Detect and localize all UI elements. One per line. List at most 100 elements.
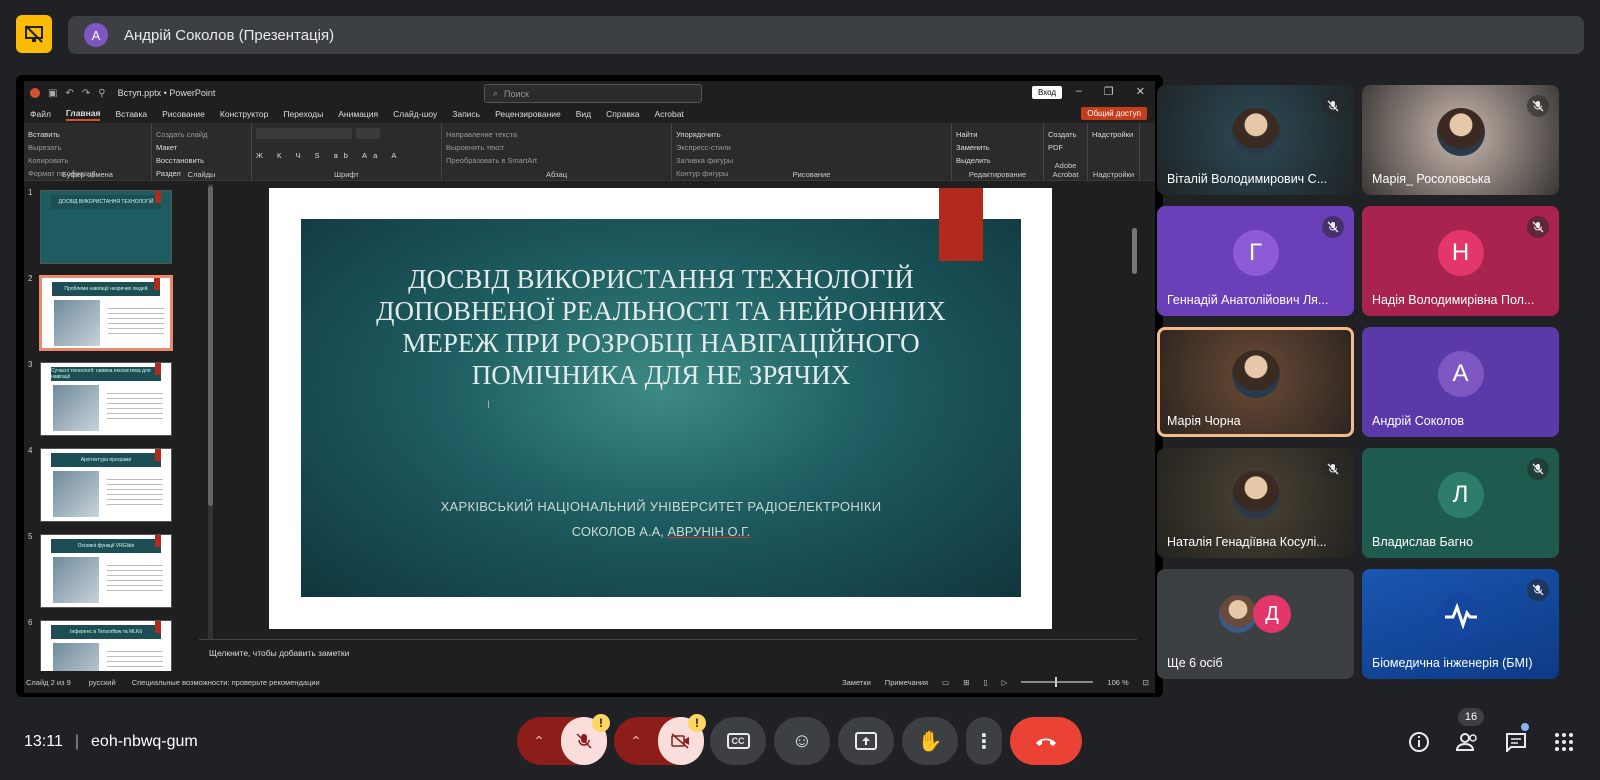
redo-icon[interactable]: ↷ [82, 88, 90, 99]
pp-tab[interactable]: Рисование [162, 109, 205, 119]
ribbon-group: Надстройки Надстройки [1088, 123, 1140, 181]
ribbon: Вставить Вырезать Копировать Формат по обра… [24, 123, 1155, 191]
info-icon[interactable] [1405, 728, 1433, 756]
pp-tab[interactable]: Справка [606, 109, 639, 119]
ribbon-button[interactable]: Выровнять текст [446, 141, 667, 154]
pp-tabs: Файл Главная Вставка Рисование Конструктор Пе… [24, 105, 1155, 123]
ribbon-button[interactable]: Найти [956, 128, 1039, 141]
ribbon-items: Надстройки [1092, 128, 1135, 141]
ribbon-button[interactable]: Упорядочить [676, 128, 947, 141]
status-accessibility[interactable]: Специальные возможности: проверьте реком… [132, 678, 320, 687]
slide-thumbnail[interactable]: Проблеми навігації незрячих людей [39, 275, 173, 351]
participant-tile[interactable]: Марія Чорна [1157, 327, 1354, 437]
pp-tab[interactable]: Анимация [338, 109, 378, 119]
undo-icon[interactable]: ↶ [65, 88, 73, 99]
pp-tab[interactable]: Acrobat [655, 109, 684, 119]
minimize-icon[interactable]: – [1076, 85, 1082, 98]
share-button[interactable]: Общий доступ [1081, 107, 1147, 120]
pp-tab[interactable]: Главная [65, 108, 101, 121]
slide-scrollbar[interactable] [1128, 184, 1142, 636]
more-options-button[interactable]: ⋮ [966, 717, 1002, 765]
ribbon-button[interactable]: Создать PDF [1048, 128, 1083, 154]
save-icon[interactable]: ▣ [48, 88, 57, 99]
reading-view-icon[interactable]: ▯ [984, 678, 988, 687]
participant-tile[interactable]: Г Геннадій Анатолійович Ля... [1157, 206, 1354, 316]
chat-icon[interactable] [1502, 728, 1530, 756]
normal-view-icon[interactable]: ▭ [942, 678, 949, 687]
close-icon[interactable]: ✕ [1136, 85, 1145, 98]
ribbon-button[interactable]: Макет [156, 141, 247, 154]
activities-grid-icon[interactable] [1550, 728, 1578, 756]
pp-tab[interactable]: Рецензирование [495, 109, 561, 119]
participant-tile[interactable]: Наталія Генадіївна Косулі... [1157, 448, 1354, 558]
pin-icon[interactable]: ⚲ [98, 88, 105, 99]
present-button[interactable] [838, 717, 894, 765]
participant-tile[interactable]: А Андрій Соколов [1362, 327, 1559, 437]
participant-tile[interactable]: Марія_ Росоловська [1362, 85, 1559, 195]
camera-options-chevron-icon[interactable]: ⌃ [614, 733, 658, 750]
zoom-slider[interactable] [1021, 677, 1094, 687]
sorter-view-icon[interactable]: ⊞ [963, 678, 969, 687]
slide-thumbnail[interactable]: Архітектура програми [40, 448, 172, 522]
font-size-box[interactable] [356, 128, 380, 139]
participant-tile[interactable]: Л Владислав Багно [1362, 448, 1559, 558]
ribbon-button[interactable]: Вырезать [28, 141, 147, 154]
presentation-icon[interactable] [16, 15, 52, 53]
comments-toggle[interactable]: Примечания [885, 678, 928, 687]
ribbon-button[interactable]: Создать слайд [156, 128, 247, 141]
slideshow-icon[interactable]: ▷ [1002, 678, 1008, 687]
pp-tab[interactable]: Файл [30, 109, 51, 119]
ribbon-button[interactable]: Направление текста [446, 128, 667, 141]
mic-options-chevron-icon[interactable]: ⌃ [517, 733, 561, 750]
thumb-number: 1 [28, 188, 33, 197]
ribbon-button[interactable]: Выделить [956, 154, 1039, 167]
avatar-photo [1219, 595, 1257, 633]
font-name-box[interactable] [256, 128, 352, 139]
pp-tab[interactable]: Переходы [283, 109, 323, 119]
slide-thumbnail[interactable]: ДОСВІД ВИКОРИСТАННЯ ТЕХНОЛОГІЙ [40, 190, 172, 264]
pp-tab[interactable]: Слайд-шоу [393, 109, 437, 119]
zoom-level[interactable]: 106 % [1107, 678, 1128, 687]
participant-tile[interactable]: Д Ще 6 осіб [1157, 569, 1354, 679]
pp-tab[interactable]: Вид [576, 109, 591, 119]
ribbon-group-label: Редактирование [968, 170, 1027, 179]
notes-pane[interactable]: Щелкните, чтобы добавить заметки [199, 639, 1137, 667]
status-language[interactable]: русский [89, 678, 116, 687]
ribbon-button[interactable]: Преобразовать в SmartArt [446, 154, 667, 167]
ribbon-group: Упорядочить Экспресс-стили Заливка фигуры К… [672, 123, 952, 191]
participant-photo [1231, 350, 1280, 398]
participant-tile[interactable]: Н Надія Володимирівна Пол... [1362, 206, 1559, 316]
pp-search-input[interactable]: ⌕ Поиск [484, 84, 702, 103]
present-screen-icon [855, 732, 877, 750]
ribbon-button[interactable]: Надстройки [1092, 128, 1135, 141]
slide-thumbnails: 1 ДОСВІД ВИКОРИСТАННЯ ТЕХНОЛОГІЙ 2 Проблеми… [24, 184, 199, 693]
ribbon-button[interactable]: Вставить [28, 128, 147, 141]
ribbon-button[interactable]: Экспресс-стили [676, 141, 947, 154]
participant-tile[interactable]: Біомедична інженерія (БМІ) [1362, 569, 1559, 679]
current-slide[interactable]: ДОСВІД ВИКОРИСТАННЯ ТЕХНОЛОГІЙ ДОПОВНЕНО… [269, 188, 1052, 629]
pp-tab[interactable]: Вставка [115, 109, 147, 119]
captions-button[interactable]: CC [710, 717, 766, 765]
leave-call-button[interactable] [1010, 717, 1082, 765]
thumb-title: Сучасні технології: наявна екосистема дл… [51, 367, 161, 381]
reactions-button[interactable]: ☺ [774, 717, 830, 765]
maximize-icon[interactable]: ❐ [1104, 85, 1114, 98]
notes-toggle[interactable]: Заметки [842, 678, 871, 687]
people-icon[interactable] [1454, 728, 1482, 756]
ribbon-button[interactable]: Заменить [956, 141, 1039, 154]
slide-thumbnail[interactable]: Сучасні технології: наявна екосистема дл… [40, 362, 172, 436]
participant-name: Владислав Багно [1372, 535, 1474, 549]
ribbon-button[interactable]: Заливка фигуры [676, 154, 947, 167]
thumb-image [53, 557, 99, 603]
pp-tab[interactable]: Запись [452, 109, 480, 119]
font-format-icons[interactable]: Ж К Ч S ab Аа А [256, 149, 437, 162]
pp-tab[interactable]: Конструктор [220, 109, 268, 119]
thumbs-scrollbar[interactable] [208, 184, 213, 667]
login-button[interactable]: Вход [1032, 86, 1063, 99]
ribbon-button[interactable]: Копировать [28, 154, 147, 167]
ribbon-button[interactable]: Восстановить [156, 154, 247, 167]
fit-slide-icon[interactable]: ⊡ [1143, 678, 1149, 687]
participant-tile[interactable]: Віталій Володимирович С... [1157, 85, 1354, 195]
slide-thumbnail[interactable]: Основні функції VRGlide [40, 534, 172, 608]
raise-hand-button[interactable]: ✋ [902, 717, 958, 765]
